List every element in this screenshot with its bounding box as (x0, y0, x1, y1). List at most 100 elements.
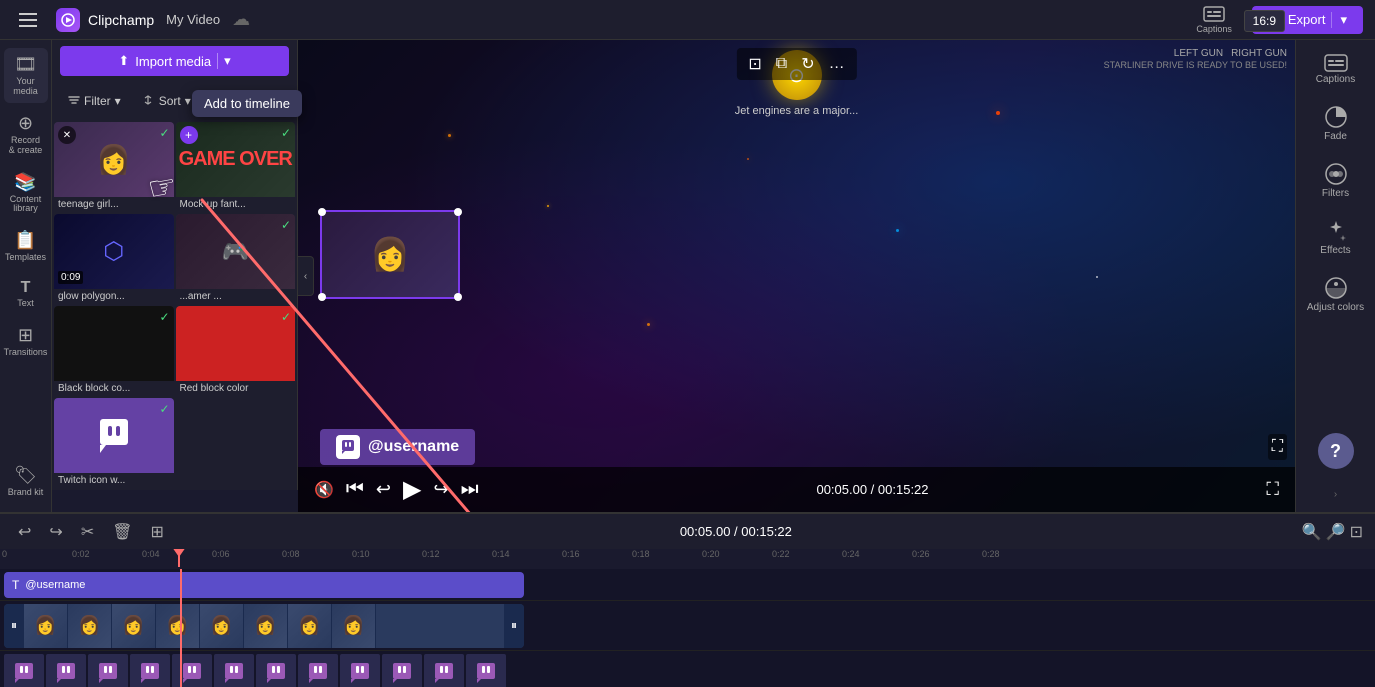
sidebar-item-content-library[interactable]: 📚 Content library (4, 166, 48, 221)
logo-track-clip[interactable] (4, 654, 524, 687)
right-sidebar-item-effects[interactable]: Effects (1301, 213, 1371, 262)
pip-container[interactable]: 👩 (320, 210, 460, 299)
ruler-mark-13: 0:26 (912, 549, 930, 559)
logo-frame-2 (46, 654, 86, 687)
sidebar-item-transitions[interactable]: ⊞ Transitions (4, 319, 48, 364)
text-track-label: @username (25, 579, 85, 591)
more-options-button[interactable]: … (825, 52, 849, 76)
video-frames-container: 👩 👩 👩 👩 👩 👩 👩 👩 (24, 604, 504, 648)
ruler-mark-1: 0:02 (72, 549, 90, 559)
video-frame-6: 👩 (244, 604, 288, 648)
filter-label: Filter (84, 94, 111, 108)
particle-5 (996, 111, 1000, 115)
right-sidebar-item-captions[interactable]: Captions (1301, 48, 1371, 91)
collapse-media-panel-button[interactable]: ‹ (298, 256, 314, 296)
video-title[interactable]: My Video (166, 12, 220, 27)
redo-button[interactable]: ↪ (43, 518, 68, 546)
sidebar-item-brand-kit[interactable]: 🏷 Brand kit (4, 459, 48, 504)
media-item-glow-polygon[interactable]: ⬡ 0:09 glow polygon... (54, 214, 174, 304)
fade-icon (1324, 105, 1348, 129)
glow-polygon-label: glow polygon... (54, 289, 174, 304)
mute-button[interactable]: 🔇 (314, 480, 334, 500)
video-track-clip[interactable]: ⏸ 👩 👩 👩 👩 👩 👩 👩 👩 (4, 604, 524, 648)
sort-chevron-icon: ▾ (185, 94, 191, 108)
logo-frame-3 (88, 654, 128, 687)
hamburger-button[interactable] (12, 4, 44, 36)
ruler-mark-7: 0:14 (492, 549, 510, 559)
sort-button[interactable]: Sort ▾ (135, 90, 199, 112)
skip-forward-button[interactable]: ⏭ (461, 478, 479, 501)
logo-track-row (0, 651, 1375, 687)
filter-button[interactable]: Filter ▾ (60, 90, 129, 112)
red-block-label: Red block color (176, 381, 296, 396)
media-grid: 👩 ✕ ✓ teenage girl... GAME OVER + ✓ Mock… (52, 120, 297, 490)
sidebar-item-label-record-create: Record & create (8, 136, 44, 156)
pip-corner-tr (454, 208, 462, 216)
media-item-mock-up[interactable]: GAME OVER + ✓ Mock-up fant... (176, 122, 296, 212)
ruler-mark-9: 0:18 (632, 549, 650, 559)
import-chevron-icon[interactable]: ▾ (217, 53, 231, 69)
media-item-red-block[interactable]: ✓ Red block color (176, 306, 296, 396)
split-button[interactable]: ⊞ (145, 518, 170, 546)
rotate-button[interactable]: ↻ (797, 52, 818, 76)
captions-sidebar-label: Captions (1316, 74, 1355, 85)
time-display: 00:05.00 / 00:15:22 (816, 482, 928, 497)
sidebar-item-label-templates: Templates (5, 253, 46, 263)
delete-teenage-girl-button[interactable]: ✕ (58, 126, 76, 144)
skip-back-button[interactable]: ⏮ (346, 478, 364, 501)
sidebar-item-label-transitions: Transitions (4, 348, 48, 358)
topbar: Clipchamp My Video ☁ 16:9 Captions Expor… (0, 0, 1375, 40)
forward-button[interactable]: ↪ (433, 479, 448, 500)
sidebar-item-your-media[interactable]: 🎞 Your media (4, 48, 48, 103)
zoom-controls: 🔍 🔎 ⊡ (1302, 522, 1363, 542)
sort-label: Sort (159, 94, 181, 108)
expand-preview-button[interactable]: ⛶ (1266, 479, 1279, 500)
pip-button[interactable]: ⧉ (772, 52, 791, 76)
media-item-teenage-girl[interactable]: 👩 ✕ ✓ teenage girl... (54, 122, 174, 212)
help-button[interactable]: ? (1318, 433, 1354, 469)
red-block-check-icon: ✓ (281, 310, 291, 324)
sidebar-item-text[interactable]: T Text (4, 273, 48, 315)
subtitle-text: Jet engines are a major... (735, 105, 859, 117)
logo-frame-10 (382, 654, 422, 687)
import-media-button[interactable]: ⬆ Import media ▾ (60, 46, 289, 76)
undo-button[interactable]: ↩ (12, 518, 37, 546)
mock-up-check-icon: ✓ (281, 126, 291, 140)
right-sidebar-item-adjust-colors[interactable]: Adjust colors (1301, 270, 1371, 319)
expand-sidebar-button[interactable]: › (1330, 485, 1341, 504)
cut-button[interactable]: ✂ (75, 518, 100, 546)
zoom-out-button[interactable]: 🔍 (1302, 522, 1322, 542)
text-icon: T (21, 279, 31, 297)
ruler-mark-2: 0:04 (142, 549, 160, 559)
templates-icon: 📋 (14, 230, 36, 251)
logo-frame-5 (172, 654, 212, 687)
aspect-ratio-badge[interactable]: 16:9 (1244, 10, 1285, 32)
rewind-button[interactable]: ↩ (376, 479, 391, 500)
fade-label: Fade (1324, 131, 1347, 142)
text-track-clip[interactable]: T @username (4, 572, 524, 598)
right-sidebar-item-filters[interactable]: Filters (1301, 156, 1371, 205)
zoom-in-button[interactable]: 🔎 (1326, 522, 1346, 542)
timeline-ruler: 0 0:02 0:04 0:06 0:08 0:10 0:12 0:14 0:1… (0, 549, 1375, 569)
sidebar-item-label-content-library: Content library (8, 195, 44, 215)
captions-button[interactable]: Captions (1196, 6, 1232, 34)
crop-button[interactable]: ⊡ (744, 52, 765, 76)
ruler-mark-4: 0:08 (282, 549, 300, 559)
delete-button[interactable]: 🗑 (106, 518, 138, 546)
export-chevron-icon[interactable]: ▾ (1331, 12, 1347, 28)
ruler-mark-6: 0:12 (422, 549, 440, 559)
play-button[interactable]: ▶ (403, 475, 421, 504)
media-item-unnamed[interactable]: 🎮 ✓ ...amer ... (176, 214, 296, 304)
sidebar-item-record-create[interactable]: ⊕ Record & create (4, 107, 48, 162)
fullscreen-button[interactable]: ⛶ (1268, 434, 1287, 460)
sidebar-item-templates[interactable]: 📋 Templates (4, 224, 48, 269)
media-item-twitch-icon[interactable]: ✓ Twitch icon w... (54, 398, 174, 488)
teenage-girl-label: teenage girl... (54, 197, 174, 212)
twitch-banner-icon (336, 435, 360, 459)
fit-timeline-button[interactable]: ⊡ (1350, 522, 1363, 542)
right-sidebar-item-fade[interactable]: Fade (1301, 99, 1371, 148)
twitch-icon-label: Twitch icon w... (54, 473, 174, 488)
add-mock-up-button[interactable]: + (180, 126, 198, 144)
media-item-black-block[interactable]: ✓ Black block co... (54, 306, 174, 396)
video-frame-2: 👩 (68, 604, 112, 648)
